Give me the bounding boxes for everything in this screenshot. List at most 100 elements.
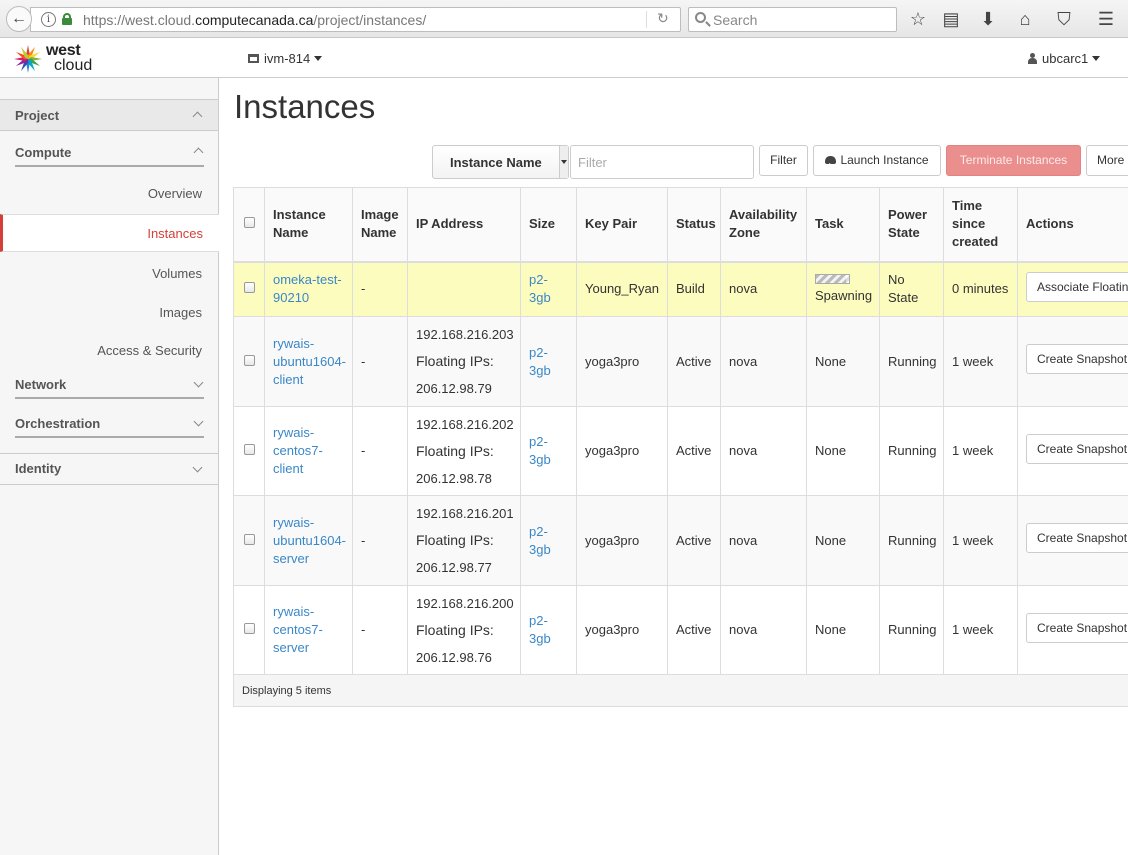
logo[interactable]: west cloud — [13, 42, 93, 76]
url-text[interactable]: https://west.cloud.computecanada.ca/proj… — [83, 12, 426, 28]
time-since-created-cell: 1 week — [943, 585, 1018, 675]
task-progress-fill — [816, 274, 846, 283]
sidebar-item-instances[interactable]: Instances — [0, 214, 219, 252]
instance-name-link[interactable]: omeka-test-90210 — [273, 272, 342, 305]
instance-name-link[interactable]: rywais-centos7-client — [273, 425, 323, 476]
sidebar-group-compute[interactable]: Compute — [15, 145, 204, 167]
col-header-ip-address[interactable]: IP Address — [407, 187, 521, 263]
select-all-checkbox[interactable] — [243, 217, 255, 229]
size-link[interactable]: p2-3gb — [529, 345, 551, 378]
table-row: rywais-ubuntu1604-server - 192.168.216.2… — [233, 495, 1128, 586]
menu-icon[interactable]: ☰ — [1095, 8, 1117, 30]
size-link[interactable]: p2-3gb — [529, 272, 551, 305]
power-state-cell: Running — [879, 585, 944, 675]
floating-ips-label: Floating IPs: — [416, 442, 494, 459]
floating-ips-label: Floating IPs: — [416, 532, 494, 548]
chevron-down-icon — [193, 377, 204, 388]
time-since-created-cell: 1 week — [943, 316, 1018, 407]
associate-floating-ip-button[interactable]: Associate Floating IP — [1026, 271, 1128, 302]
create-snapshot-button[interactable]: Create Snapshot — [1026, 433, 1128, 464]
floating-ip: 206.12.98.76 — [416, 649, 492, 665]
create-snapshot-button[interactable]: Create Snapshot — [1026, 523, 1128, 553]
row-checkbox[interactable] — [243, 354, 255, 366]
more-actions-button[interactable]: More — [1086, 145, 1128, 176]
project-selector[interactable]: ivm-814 — [248, 51, 323, 66]
actions-cell: Create Snapshot — [1017, 316, 1128, 407]
row-checkbox[interactable] — [243, 533, 255, 545]
col-header-status[interactable]: Status — [667, 187, 721, 263]
user-name: ubcarc1 — [1042, 51, 1089, 66]
status-cell: Active — [667, 406, 721, 496]
availability-zone-cell: nova — [720, 495, 807, 586]
terminate-instances-button[interactable]: Terminate Instances — [946, 145, 1081, 176]
col-header-power-state[interactable]: Power State — [879, 187, 944, 263]
table-row: rywais-centos7-client - 192.168.216.202 F… — [233, 406, 1128, 496]
ip-address: 192.168.216.201 — [416, 506, 514, 521]
instance-name-cell: rywais-centos7-server — [264, 585, 353, 675]
create-snapshot-button[interactable]: Create Snapshot — [1026, 612, 1128, 643]
task-cell: None — [806, 495, 880, 586]
table-row: rywais-ubuntu1604-client - 192.168.216.2… — [233, 316, 1128, 407]
sidebar-section-project[interactable]: Project — [0, 99, 218, 131]
size-link[interactable]: p2-3gb — [529, 434, 551, 467]
col-header-time-since-created[interactable]: Time since created — [943, 187, 1018, 263]
sidebar-item-images[interactable]: Images — [159, 305, 202, 320]
info-icon[interactable]: i — [41, 12, 56, 27]
sidebar-section-identity[interactable]: Identity — [0, 453, 218, 485]
size-cell: p2-3gb — [520, 585, 577, 675]
reload-icon[interactable]: ↻ — [657, 10, 669, 27]
sidebar-item-overview[interactable]: Overview — [148, 186, 202, 201]
launch-instance-label: Launch Instance — [840, 153, 929, 167]
table-footer-row: Displaying 5 items — [233, 674, 1128, 707]
col-header-availability-zone[interactable]: Availability Zone — [720, 187, 807, 263]
ip-address-cell: 192.168.216.203 Floating IPs: 206.12.98.79 — [407, 316, 521, 407]
address-bar[interactable]: i https://west.cloud.computecanada.ca/pr… — [30, 7, 681, 32]
row-checkbox[interactable] — [243, 444, 255, 455]
availability-zone-cell: nova — [720, 406, 807, 496]
ip-address-cell: 192.168.216.200 Floating IPs: 206.12.98.76 — [407, 585, 521, 675]
col-header-image-name[interactable]: Image Name — [352, 187, 408, 263]
sidebar-group-network[interactable]: Network — [15, 377, 204, 399]
filter-button[interactable]: Filter — [759, 145, 808, 176]
row-checkbox[interactable] — [243, 623, 255, 634]
col-header-instance-name[interactable]: Instance Name — [264, 187, 353, 263]
filter-field-select[interactable]: Instance Name — [432, 145, 569, 179]
sidebar: Project Compute Overview Instances Volum… — [0, 78, 219, 855]
key-pair-cell: yoga3pro — [576, 495, 668, 586]
col-header-size[interactable]: Size — [520, 187, 577, 263]
sidebar-group-orchestration[interactable]: Orchestration — [15, 416, 204, 438]
pocket-icon[interactable]: ⛉ — [1053, 8, 1075, 30]
sidebar-group-label: Compute — [15, 145, 72, 160]
launch-instance-button[interactable]: Launch Instance — [813, 145, 941, 180]
filter-input[interactable] — [570, 145, 754, 179]
instance-name-link[interactable]: rywais-ubuntu1604-client — [273, 336, 346, 387]
table-header-row: Instance Name Image Name IP Address Size… — [233, 187, 1128, 263]
instance-name-cell: omeka-test-90210 — [264, 261, 353, 317]
col-header-task[interactable]: Task — [806, 187, 880, 263]
sidebar-item-volumes[interactable]: Volumes — [152, 266, 202, 281]
col-header-actions: Actions — [1017, 187, 1128, 263]
sidebar-item-access-security[interactable]: Access & Security — [97, 343, 202, 358]
user-menu[interactable]: ubcarc1 — [1028, 51, 1101, 66]
bookmark-star-icon[interactable]: ☆ — [907, 8, 929, 30]
row-select-cell — [233, 261, 265, 317]
instance-name-link[interactable]: rywais-ubuntu1604-server — [273, 515, 346, 566]
create-snapshot-button[interactable]: Create Snapshot — [1026, 344, 1128, 374]
actions-cell: Associate Floating IP — [1017, 261, 1128, 317]
instance-name-cell: rywais-centos7-client — [264, 406, 353, 496]
reading-list-icon[interactable]: ▤ — [940, 8, 962, 30]
home-icon[interactable]: ⌂ — [1014, 8, 1036, 30]
status-cell: Active — [667, 316, 721, 407]
instance-name-link[interactable]: rywais-centos7-server — [273, 604, 323, 655]
size-link[interactable]: p2-3gb — [529, 613, 551, 646]
browser-search-input[interactable]: Search — [688, 7, 897, 32]
download-icon[interactable]: ⬇ — [977, 8, 999, 30]
col-header-key-pair[interactable]: Key Pair — [576, 187, 668, 263]
task-cell: None — [806, 585, 880, 675]
key-pair-cell: yoga3pro — [576, 316, 668, 407]
row-checkbox[interactable] — [243, 282, 255, 294]
back-button[interactable]: ← — [6, 6, 32, 32]
ip-address-cell: 192.168.216.201 Floating IPs: 206.12.98.77 — [407, 495, 521, 586]
size-cell: p2-3gb — [520, 495, 577, 586]
size-link[interactable]: p2-3gb — [529, 524, 551, 557]
